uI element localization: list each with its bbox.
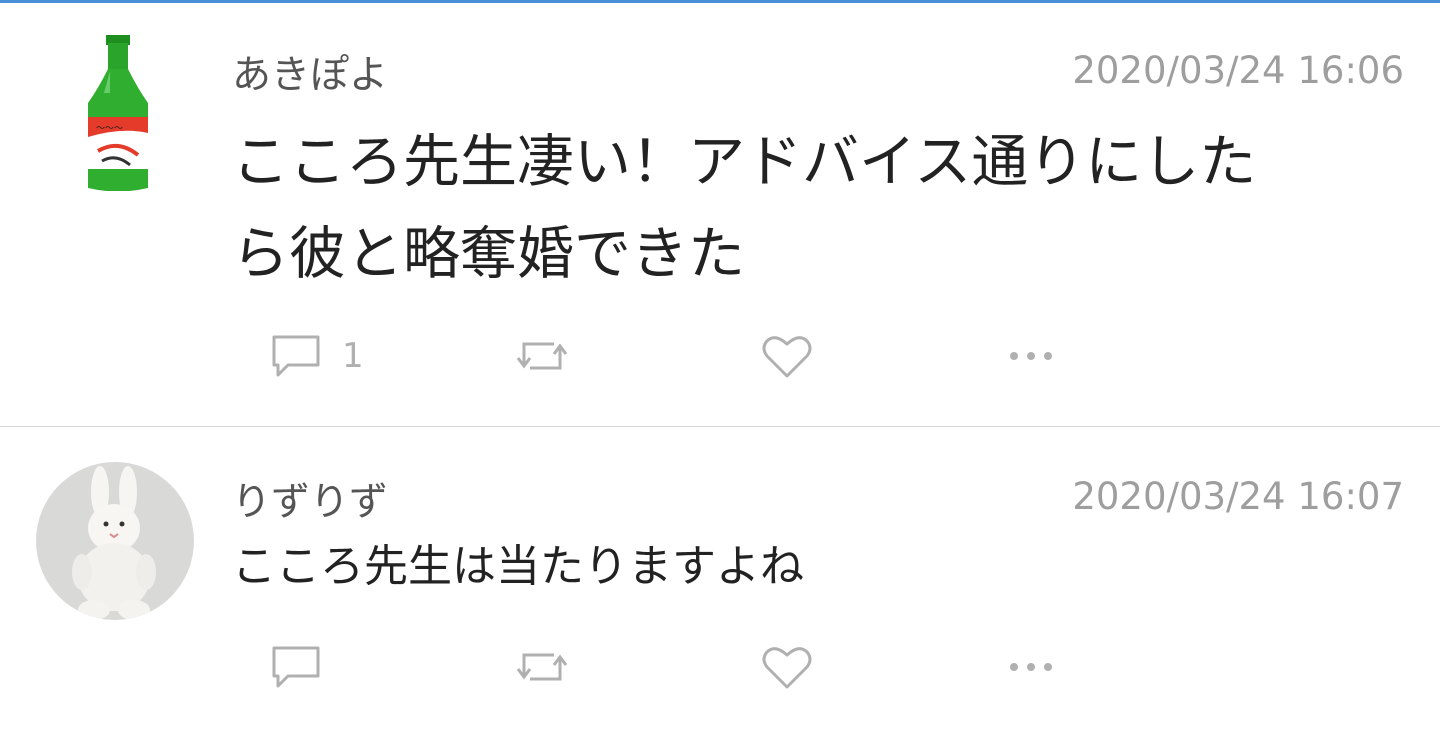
post-body-line: ら彼と略奪婚できた xyxy=(232,221,745,287)
retweet-icon xyxy=(516,342,568,370)
reply-button[interactable]: 1 xyxy=(270,328,364,384)
comment-icon xyxy=(272,646,320,688)
retweet-button[interactable] xyxy=(514,328,570,384)
post-timestamp: 2020/03/24 16:06 xyxy=(1072,49,1404,92)
comment-icon xyxy=(272,335,320,377)
post-item: りずりず 2020/03/24 16:07 こころ先生は当たりますよね xyxy=(0,427,1440,737)
author-name[interactable]: りずりず xyxy=(232,471,388,527)
like-button[interactable] xyxy=(760,328,814,384)
post-actions: 1 xyxy=(0,328,1440,384)
retweet-icon xyxy=(516,653,568,681)
post-body-line: こころ先生凄い！アドバイス通りにした xyxy=(232,129,1257,195)
heart-icon xyxy=(762,647,812,689)
sake-bottle-icon: 〜〜〜 xyxy=(88,35,148,192)
like-button[interactable] xyxy=(760,639,814,695)
more-button[interactable] xyxy=(1006,328,1056,384)
post-body: こころ先生凄い！アドバイス通りにした ら彼と略奪婚できた xyxy=(232,116,1256,300)
heart-icon xyxy=(762,336,812,378)
more-button[interactable] xyxy=(1006,639,1056,695)
post-item: 〜〜〜 あきぽよ 2020/03/24 16:06 こころ先生凄い！アドバイス通… xyxy=(0,3,1440,426)
post-body: こころ先生は当たりますよね xyxy=(232,537,804,597)
reply-button[interactable] xyxy=(270,639,322,695)
more-dots-icon xyxy=(1010,352,1052,360)
retweet-button[interactable] xyxy=(514,639,570,695)
post-body-line: こころ先生は当たりますよね xyxy=(232,541,804,592)
post-timestamp: 2020/03/24 16:07 xyxy=(1072,475,1404,518)
avatar[interactable] xyxy=(36,462,194,620)
more-dots-icon xyxy=(1010,663,1052,671)
post-actions xyxy=(0,639,1440,695)
avatar[interactable]: 〜〜〜 xyxy=(40,33,198,192)
author-name[interactable]: あきぽよ xyxy=(232,44,388,100)
rabbit-plush-icon xyxy=(36,462,194,620)
svg-text:〜〜〜: 〜〜〜 xyxy=(96,124,123,134)
reply-count: 1 xyxy=(342,336,364,376)
